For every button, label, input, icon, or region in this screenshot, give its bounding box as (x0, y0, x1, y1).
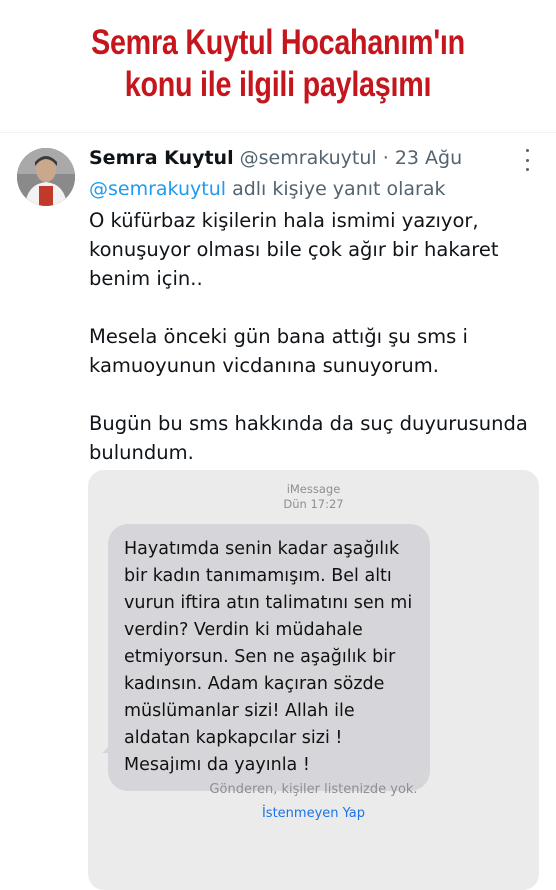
reply-suffix: adlı kişiye yanıt olarak (232, 178, 446, 200)
headline-line-2: konu ile ilgili paylaşımı (124, 65, 432, 104)
unknown-sender-notice: Gönderen, kişiler listenizde yok. (209, 782, 418, 797)
tweet-text: O küfürbaz kişilerin hala ismimi yazıyor… (89, 209, 528, 464)
author-name[interactable]: Semra Kuytul (89, 147, 234, 169)
tweet-date[interactable]: 23 Ağu (395, 147, 462, 169)
reply-context: @semrakuytul adlı kişiye yanıt olarak (89, 178, 446, 200)
message-bubble: Hayatımda senin kadar aşağılık bir kadın… (108, 524, 430, 791)
headline-line-1: Semra Kuytul Hocahanım'ın (91, 23, 465, 62)
imessage-timestamp: Dün 17:27 (283, 497, 344, 511)
reply-to-handle[interactable]: @semrakuytul (89, 178, 226, 200)
more-vertical-icon[interactable] (522, 149, 532, 171)
divider (0, 132, 556, 133)
headline: Semra Kuytul Hocahanım'ın konu ile ilgil… (0, 22, 556, 106)
tweet-header: Semra Kuytul @semrakuytul · 23 Ağu (89, 147, 462, 169)
avatar[interactable] (17, 148, 75, 206)
report-junk-link[interactable]: İstenmeyen Yap (88, 806, 539, 821)
imessage-service-label: iMessage (286, 482, 341, 496)
avatar-image (17, 148, 75, 206)
author-handle[interactable]: @semrakuytul (240, 147, 377, 169)
separator-dot: · (382, 147, 389, 169)
tweet-media-screenshot[interactable]: iMessage Dün 17:27 Hayatımda senin kadar… (88, 470, 539, 890)
